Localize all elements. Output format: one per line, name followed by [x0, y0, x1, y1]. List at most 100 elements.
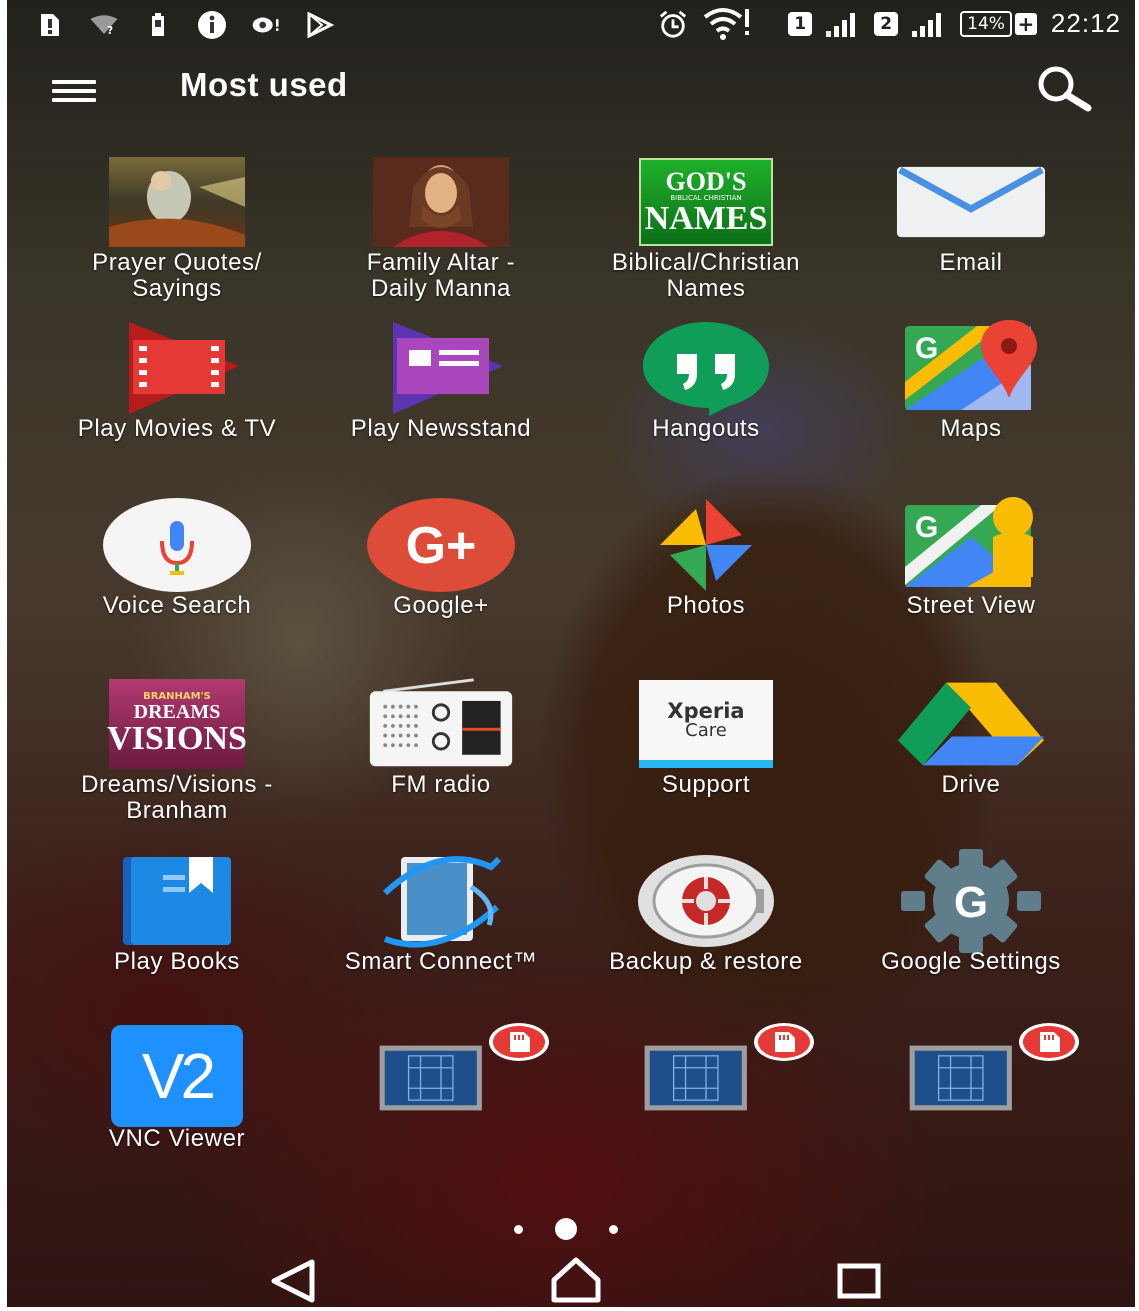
app-label: Play Books: [113, 948, 241, 975]
app-prayer-quotes[interactable]: Prayer Quotes/ Sayings: [44, 154, 310, 324]
app-label: Google Settings: [881, 948, 1061, 975]
sim1-indicator: 1: [788, 11, 813, 36]
app-biblical-names[interactable]: GOD'S BIBLICAL CHRISTIAN NAMES Biblical/…: [573, 154, 839, 324]
search-icon: [1038, 66, 1092, 112]
app-support[interactable]: Xperia Care Support: [573, 676, 839, 846]
app-label: Dreams/Visions - Branham: [81, 771, 273, 824]
app-email[interactable]: Email: [838, 154, 1104, 324]
icon-text: G+: [406, 517, 477, 575]
play-store-icon: [305, 10, 335, 40]
app-fm-radio[interactable]: FM radio: [308, 676, 574, 846]
app-smart-connect[interactable]: Smart Connect™: [308, 853, 574, 1023]
email-icon: [896, 154, 1046, 250]
icon-text: V2: [111, 1025, 243, 1127]
icon-text: NAMES: [644, 199, 768, 237]
app-play-books[interactable]: Play Books: [44, 853, 310, 1023]
sd-card-badge-icon: [489, 1023, 549, 1061]
vnc-viewer-icon: V2: [102, 1024, 252, 1128]
app-label: Family Altar - Daily Manna: [366, 249, 516, 302]
app-label: VNC Viewer: [108, 1125, 246, 1152]
app-drive[interactable]: Drive: [838, 676, 1104, 846]
clock: 22:12: [1050, 8, 1121, 38]
wifi-question-icon: ?: [89, 10, 119, 40]
app-label: Play Newsstand: [350, 415, 532, 442]
dreams-visions-icon: BRANHAM'S DREAMS VISIONS: [102, 676, 252, 772]
recents-button[interactable]: [830, 1256, 890, 1306]
app-google-plus[interactable]: G+ Google+: [308, 497, 574, 667]
family-altar-icon: [366, 154, 516, 250]
battery-indicator: 14% +: [960, 10, 1037, 37]
battery-percent: 14%: [960, 10, 1012, 37]
icon-text: DREAMS: [133, 701, 221, 723]
back-icon: [271, 1259, 315, 1303]
app-google-settings[interactable]: G Google Settings: [838, 849, 1104, 1023]
app-label: Support: [661, 771, 751, 798]
status-bar: ? 1 2 14% + 22:12: [7, 0, 1135, 56]
app-maps[interactable]: G Maps: [838, 320, 1104, 490]
page-dot[interactable]: [514, 1224, 523, 1234]
page-dot[interactable]: [609, 1224, 618, 1234]
play-movies-icon: [102, 320, 252, 416]
charging-icon: +: [1014, 12, 1037, 36]
app-label: Photos: [666, 592, 746, 619]
home-screen: ? 1 2 14% + 22:12 Most used Prayer Quote…: [0, 0, 1139, 1311]
photos-icon: [631, 497, 781, 593]
biblical-names-icon: GOD'S BIBLICAL CHRISTIAN NAMES: [631, 154, 781, 250]
svg-text:?: ?: [107, 25, 113, 37]
app-label: Play Movies & TV: [77, 415, 277, 442]
page-dot-active[interactable]: [555, 1218, 577, 1240]
record-icon: [251, 10, 281, 40]
play-newsstand-icon: [366, 320, 516, 416]
icon-text: G: [915, 511, 938, 544]
icon-text: VISIONS: [107, 720, 247, 757]
app-label: Email: [939, 249, 1003, 276]
app-label: Drive: [941, 771, 1001, 798]
icon-text: GOD'S: [665, 166, 747, 196]
info-icon: [197, 10, 227, 40]
smart-connect-icon: [366, 853, 516, 949]
app-label: Voice Search: [102, 592, 252, 619]
app-backup-restore[interactable]: Backup & restore: [573, 853, 839, 1023]
icon-text: Xperia: [667, 698, 745, 723]
page-indicator[interactable]: [514, 1218, 618, 1240]
screen-edge: [1135, 0, 1139, 1311]
play-books-icon: [102, 853, 252, 949]
app-street-view[interactable]: G Street View: [838, 497, 1104, 667]
fm-radio-icon: [366, 676, 516, 772]
app-label: Hangouts: [652, 415, 760, 442]
maps-icon: G: [896, 320, 1046, 416]
app-play-movies[interactable]: Play Movies & TV: [44, 320, 310, 490]
app-label: Backup & restore: [609, 948, 803, 975]
app-photos[interactable]: Photos: [573, 497, 839, 667]
gear-icon: G: [896, 849, 1046, 953]
app-vnc-viewer[interactable]: V2 VNC Viewer: [44, 1025, 310, 1200]
sd-card-badge-icon: [1019, 1023, 1079, 1061]
app-play-newsstand[interactable]: Play Newsstand: [308, 320, 574, 490]
battery-saver-icon: [143, 10, 173, 40]
icon-text: G: [954, 878, 988, 927]
alarm-icon: [658, 9, 688, 39]
menu-button[interactable]: [52, 76, 96, 106]
app-family-altar[interactable]: Family Altar - Daily Manna: [308, 154, 574, 324]
app-sd-card-2[interactable]: [573, 1023, 839, 1200]
back-button[interactable]: [266, 1256, 326, 1306]
page-title: Most used: [180, 66, 348, 103]
app-sd-card-1[interactable]: [308, 1023, 574, 1200]
prayer-quotes-icon: [102, 154, 252, 250]
screen-edge: [0, 0, 7, 1311]
street-view-icon: G: [896, 497, 1046, 593]
app-hangouts[interactable]: Hangouts: [573, 320, 839, 490]
google-plus-icon: G+: [366, 497, 516, 593]
app-label: FM radio: [391, 771, 491, 798]
icon-text: Care: [685, 719, 727, 741]
app-sd-card-3[interactable]: [838, 1023, 1104, 1200]
recents-icon: [837, 1263, 881, 1299]
hamburger-icon: [52, 80, 96, 84]
home-button[interactable]: [546, 1256, 606, 1306]
signal-strength-icon: [826, 11, 860, 37]
search-button[interactable]: [1034, 64, 1096, 112]
app-label: Maps: [940, 415, 1002, 442]
app-dreams-visions[interactable]: BRANHAM'S DREAMS VISIONS Dreams/Visions …: [44, 676, 310, 846]
app-voice-search[interactable]: Voice Search: [44, 497, 310, 667]
hangouts-icon: [631, 320, 781, 416]
